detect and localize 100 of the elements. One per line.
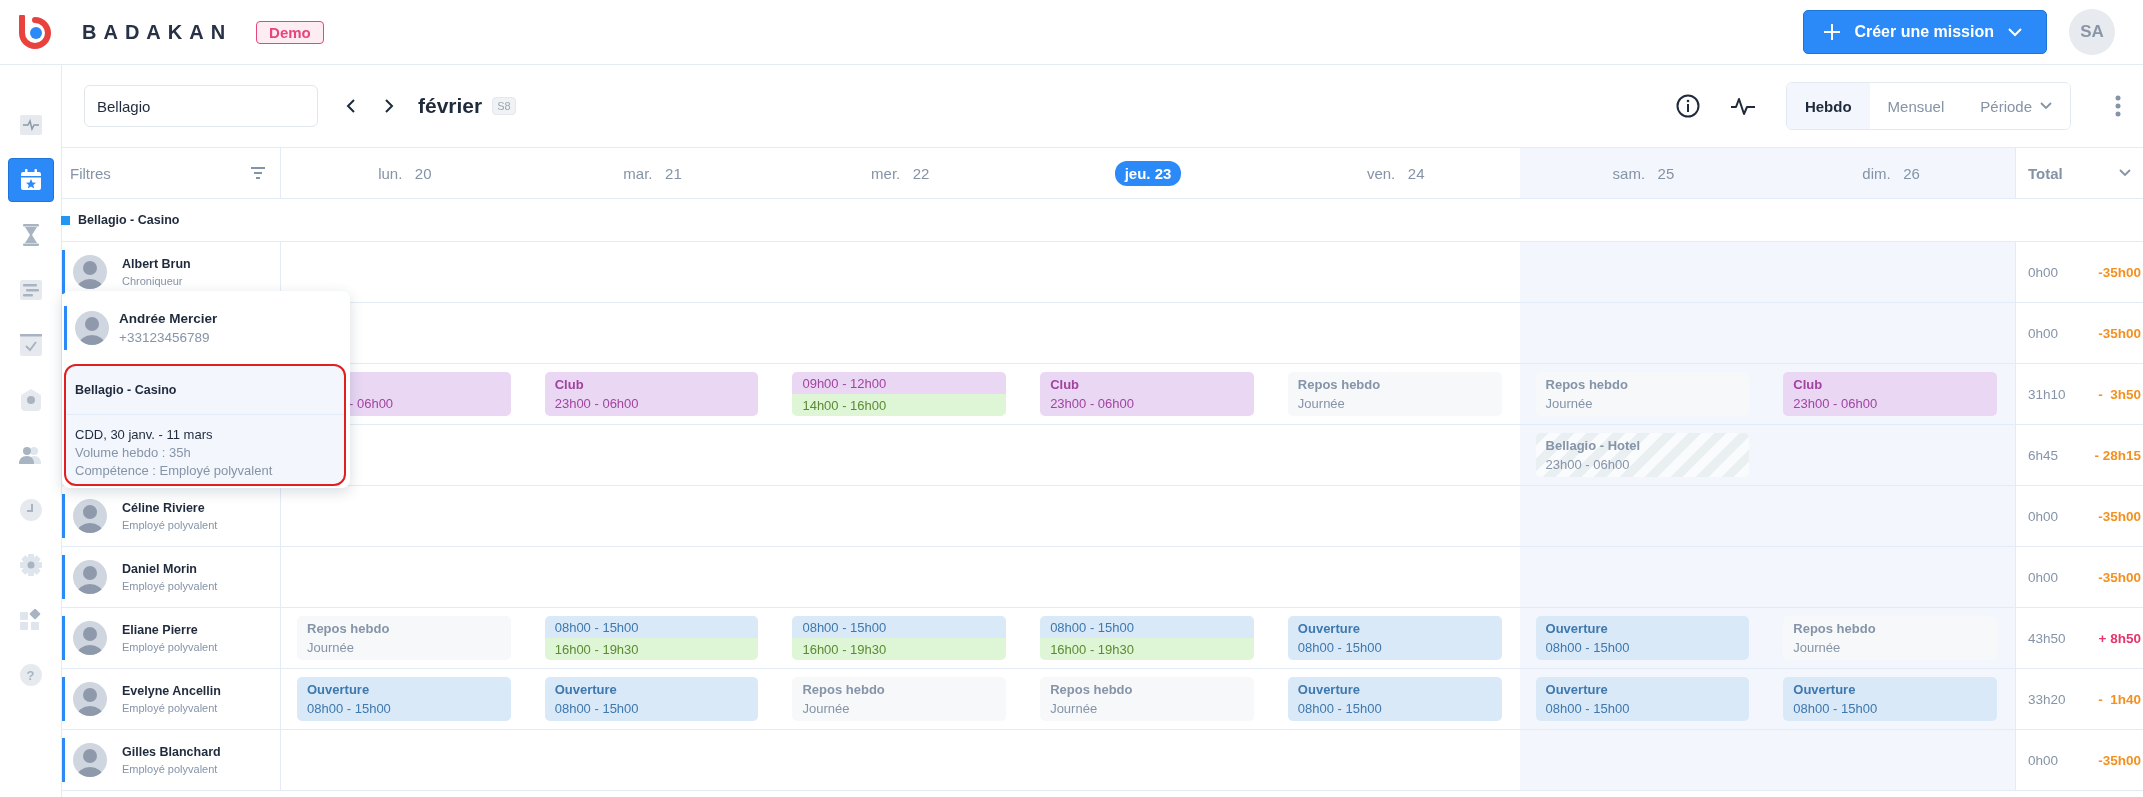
day-header: sam. 25 (1612, 164, 1675, 182)
hourglass-icon (21, 224, 40, 246)
users-icon (18, 445, 43, 465)
day-header: mar. 21 (623, 164, 682, 182)
shift-card[interactable]: Ouverture 08h00 - 15h00 (1287, 677, 1502, 721)
day-header: mer. 22 (871, 164, 930, 182)
demo-badge: Demo (256, 20, 324, 44)
shift-card[interactable]: Ouverture 08h00 - 15h00 (1783, 677, 1997, 721)
site-name: Bellagio - Casino (75, 383, 177, 397)
shift-card[interactable]: Ouverture 08h00 - 15h00 (297, 677, 511, 721)
employee-name[interactable]: Albert Brun (122, 257, 191, 271)
hours-balance: -35h00 (2098, 264, 2141, 280)
avatar (73, 682, 107, 716)
shift-card[interactable]: Ouverture 08h00 - 15h00 (544, 677, 759, 721)
shift-card[interactable]: Club 23h00 - 06h00 (544, 372, 759, 416)
shift-card[interactable]: Ouverture 08h00 - 15h00 (1535, 616, 1750, 660)
employee-name[interactable]: Gilles Blanchard (122, 745, 221, 759)
avatar (75, 310, 109, 345)
hours-balance: -35h00 (2098, 508, 2141, 524)
employee-role: Chroniqueur (122, 275, 184, 287)
view-tab[interactable]: Hebdo (1786, 83, 1870, 129)
shift-card[interactable]: 09h00 - 12h00 (792, 372, 1007, 394)
shift-card[interactable]: Repos hebdo Journée (1040, 677, 1254, 721)
shift-card[interactable]: Ouverture 08h00 - 15h00 (1535, 677, 1750, 721)
contract-detail: Compétence : Employé polyvalent (75, 463, 274, 478)
hours-balance: - 28h15 (2094, 447, 2141, 463)
employee-name: Andrée Mercier (119, 310, 218, 326)
employee-name[interactable]: Evelyne Ancellin (122, 684, 221, 698)
activity-icon (19, 115, 42, 135)
filter-icon[interactable] (250, 166, 266, 180)
chevron-left-icon (346, 99, 356, 113)
phone-number: +33123456789 (119, 329, 211, 345)
day-header: jeu. 23 (1114, 160, 1182, 186)
avatar (73, 499, 107, 533)
hours-total: 33h20 (2028, 691, 2066, 707)
shift-card[interactable]: 16h00 - 19h30 (792, 638, 1007, 660)
employee-role: Employé polyvalent (122, 580, 218, 592)
employee-name[interactable]: Eliane Pierre (122, 623, 218, 637)
checklist-icon (19, 334, 42, 356)
contract-detail: Volume hebdo : 35h (75, 445, 192, 460)
shift-card[interactable]: 14h00 - 16h00 (792, 394, 1007, 416)
plus-icon (1824, 24, 1841, 40)
shift-card[interactable]: 16h00 - 19h30 (544, 638, 759, 660)
month-title: février (418, 94, 483, 118)
shift-card[interactable]: Repos hebdo Journée (297, 616, 511, 660)
calendar-icon (18, 168, 43, 192)
hours-balance: - 3h50 (2098, 386, 2141, 402)
hours-balance: -35h00 (2098, 325, 2141, 341)
week-badge: S8 (492, 97, 516, 115)
more-icon[interactable] (2115, 95, 2121, 117)
shift-card[interactable]: 08h00 - 15h00 (544, 616, 759, 638)
avatar (73, 621, 107, 655)
logo-icon (18, 15, 52, 49)
shift-card[interactable]: 16h00 - 19h30 (1040, 638, 1254, 660)
shift-card[interactable]: Ouverture 08h00 - 15h00 (1287, 616, 1502, 660)
settings-icon (19, 554, 42, 576)
site-field[interactable]: Bellagio (84, 85, 318, 127)
employee-name[interactable]: Daniel Morin (122, 562, 218, 576)
hours-balance: - 1h40 (2098, 691, 2141, 707)
info-icon[interactable] (1675, 94, 1700, 118)
shift-card[interactable]: Repos hebdo Journée (1287, 372, 1502, 416)
hours-balance: -35h00 (2098, 569, 2141, 585)
user-avatar[interactable]: SA (2069, 9, 2115, 55)
shift-card[interactable]: Club 23h00 - 06h00 (1040, 372, 1254, 416)
hours-balance: + 8h50 (2098, 630, 2141, 646)
shift-card[interactable]: Club 23h00 - 06h00 (1783, 372, 1997, 416)
hours-total: 31h10 (2028, 386, 2066, 402)
hours-balance: -35h00 (2098, 752, 2141, 768)
location-icon (20, 389, 41, 411)
hours-total: 0h00 (2028, 264, 2059, 280)
activity-icon[interactable] (1729, 95, 1756, 117)
day-header: dim. 26 (1862, 164, 1920, 182)
help-icon: ? (19, 664, 42, 686)
create-mission-button[interactable]: Créer une mission (1803, 10, 2047, 54)
employee-role: Employé polyvalent (122, 702, 219, 714)
hours-total: 0h00 (2028, 508, 2059, 524)
contract-title: CDD, 30 janv. - 11 mars (75, 427, 214, 442)
shift-card[interactable]: 08h00 - 15h00 (1040, 616, 1254, 638)
hours-total: 6h45 (2028, 447, 2059, 463)
caret-icon[interactable] (2119, 169, 2131, 177)
chevron-right-icon (384, 99, 394, 113)
sidebar-item[interactable] (7, 158, 54, 202)
hours-total: 0h00 (2028, 569, 2059, 585)
employee-name[interactable]: Céline Riviere (122, 501, 218, 515)
shift-card[interactable]: 08h00 - 15h00 (792, 616, 1007, 638)
employee-role: Employé polyvalent (122, 763, 219, 775)
list-icon (19, 280, 42, 300)
hours-total: 43h50 (2028, 630, 2066, 646)
avatar (73, 743, 107, 777)
employee-role: Employé polyvalent (122, 641, 218, 653)
avatar (73, 560, 107, 594)
employee-role: Employé polyvalent (122, 519, 218, 531)
shift-card[interactable]: Repos hebdo Journée (792, 677, 1007, 721)
day-header: ven. 24 (1366, 164, 1425, 182)
avatar (73, 255, 107, 289)
day-header: lun. 20 (378, 164, 432, 182)
group-name: Bellagio - Casino (78, 213, 180, 227)
clock-icon (19, 499, 42, 521)
shift-card[interactable]: Bellagio - Hotel 23h00 - 06h00 (1535, 433, 1750, 477)
filter-label: Filtres (70, 164, 111, 182)
